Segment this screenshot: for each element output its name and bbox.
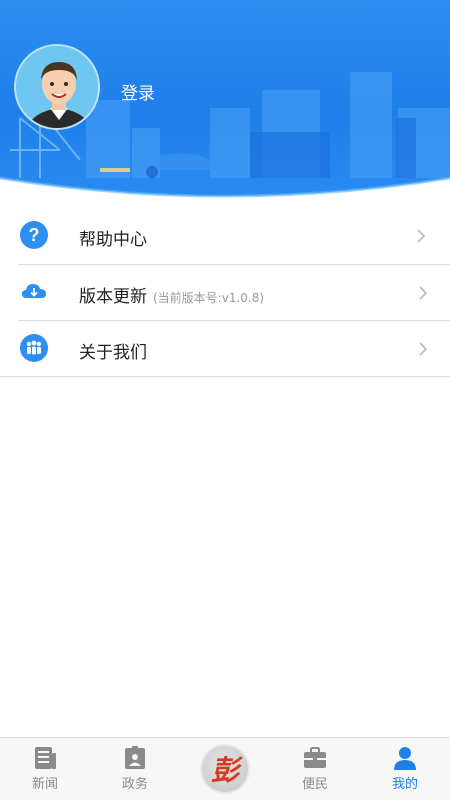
version-number: (当前版本号:v1.0.8): [153, 291, 265, 305]
center-logo-glyph: 彭: [210, 754, 239, 787]
user-avatar-icon: [16, 46, 98, 128]
tab-home-center[interactable]: 彭: [180, 738, 270, 800]
tab-mine[interactable]: 我的: [360, 738, 450, 800]
menu-item-label: 帮助中心: [79, 230, 147, 250]
chevron-right-icon: [419, 286, 428, 300]
login-link[interactable]: 登录: [121, 79, 155, 104]
tab-government-affairs[interactable]: 政务: [90, 738, 180, 800]
profile-header: 登录: [0, 0, 450, 208]
settings-menu: ? 帮助中心 版本更新 (当前版本号:v1.0.8) 关于我们: [0, 208, 450, 377]
tab-news[interactable]: 新闻: [0, 738, 90, 800]
tab-label: 便民: [301, 777, 328, 792]
cloud-download-icon: [20, 278, 48, 306]
menu-item-help-center[interactable]: ? 帮助中心: [0, 208, 450, 264]
chevron-right-icon: [417, 229, 426, 243]
tab-label: 政务: [121, 777, 148, 792]
center-logo-button[interactable]: 彭: [200, 744, 250, 794]
menu-item-version-update[interactable]: 版本更新 (当前版本号:v1.0.8): [18, 264, 450, 320]
menu-item-label: 版本更新: [79, 287, 147, 307]
tab-label: 新闻: [31, 777, 58, 792]
question-icon: ?: [20, 221, 48, 249]
person-icon: [394, 747, 416, 770]
avatar[interactable]: [14, 44, 100, 130]
government-badge-icon: [125, 746, 145, 769]
bottom-tab-bar: 新闻 政务 彭 便民 我的: [0, 737, 450, 800]
svg-text:?: ?: [29, 225, 40, 245]
tab-label: 我的: [391, 777, 418, 792]
briefcase-icon: [304, 747, 326, 768]
tab-convenience[interactable]: 便民: [270, 738, 360, 800]
group-people-icon: [20, 334, 48, 362]
news-icon: [35, 747, 56, 769]
chevron-right-icon: [419, 342, 428, 356]
menu-item-about-us[interactable]: 关于我们: [18, 320, 450, 376]
menu-item-label: 关于我们: [79, 343, 147, 363]
